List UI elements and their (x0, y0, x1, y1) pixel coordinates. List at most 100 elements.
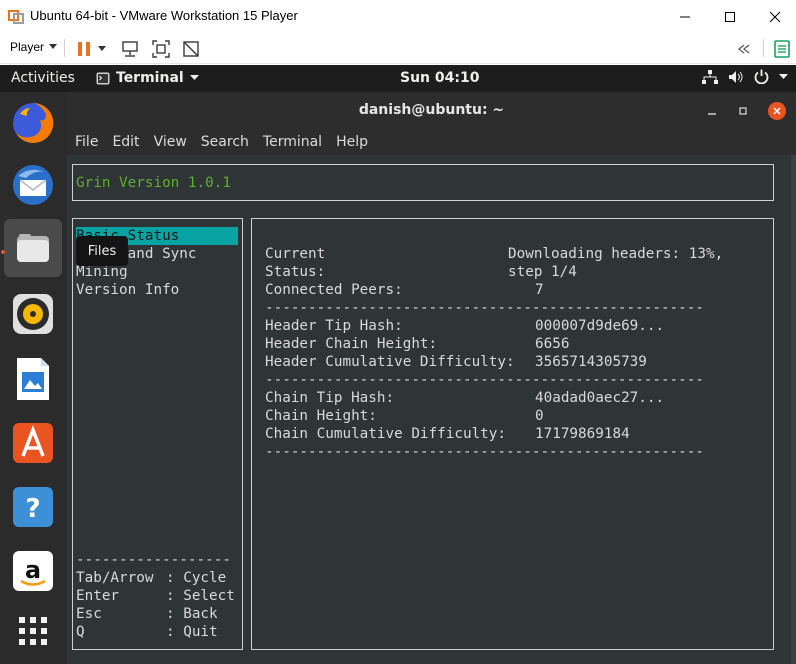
menu-item-version-info[interactable]: Version Info (76, 281, 179, 299)
dock-item-files[interactable] (4, 219, 62, 277)
activities-button[interactable]: Activities (11, 70, 75, 86)
files-icon (17, 234, 49, 262)
volume-icon (729, 70, 743, 83)
system-tray[interactable] (702, 69, 788, 84)
separator-line: ----------------------------------------… (265, 444, 704, 460)
vmware-logo-icon (8, 8, 24, 24)
vmware-toolbar: Player (0, 33, 796, 64)
svg-text:?: ? (25, 494, 40, 524)
unity-mode-icon[interactable] (181, 39, 201, 59)
key-hint-row: Tab/Arrow: Cycle (76, 570, 227, 586)
fullscreen-icon[interactable] (151, 39, 171, 59)
vmware-title-bar: Ubuntu 64-bit - VMware Workstation 15 Pl… (0, 0, 796, 33)
svg-text:a: a (25, 556, 41, 584)
terminal-minimize-button[interactable] (703, 102, 721, 120)
key-action: Quit (183, 624, 218, 640)
pause-icon[interactable] (74, 39, 94, 59)
status-step: step 1/4 (508, 264, 577, 280)
app-menu[interactable]: Terminal (96, 70, 199, 86)
maximize-button[interactable] (707, 0, 753, 33)
dock-tooltip: Files (76, 236, 128, 266)
thunderbird-icon (13, 165, 53, 205)
show-apps-icon (19, 617, 47, 645)
menu-edit[interactable]: Edit (112, 134, 139, 150)
pause-dropdown-icon[interactable] (96, 39, 108, 59)
header-tip-hash-label: Header Tip Hash: (265, 318, 403, 334)
current-status-label: Current (265, 246, 326, 262)
header-chain-height-value: 6656 (535, 336, 570, 352)
clock[interactable]: Sun 04:10 (400, 70, 479, 86)
window-title: Ubuntu 64-bit - VMware Workstation 15 Pl… (30, 8, 298, 23)
collapse-library-icon[interactable] (734, 39, 754, 59)
dock-item-help[interactable]: ? (4, 478, 62, 536)
dock-item-thunderbird[interactable] (4, 156, 62, 214)
dock-item-libreoffice-writer[interactable] (4, 350, 62, 408)
status-panel: Current Downloading headers: 13%, Status… (251, 218, 774, 650)
terminal-maximize-button[interactable] (734, 102, 752, 120)
key-hint-row: Q: Quit (76, 624, 218, 640)
firefox-icon (13, 102, 54, 143)
minimize-button[interactable] (662, 0, 708, 33)
player-menu-label: Player (10, 40, 45, 54)
libreoffice-writer-icon (17, 358, 49, 400)
key-hint-row: Esc: Back (76, 606, 218, 622)
chevron-down-icon (779, 73, 788, 79)
gnome-top-bar: Activities Terminal Sun 04:10 (0, 65, 796, 92)
header-tip-hash-value: 000007d9de69... (535, 318, 665, 334)
close-button[interactable] (752, 0, 796, 33)
chevron-down-icon (49, 44, 58, 49)
toolbar-divider-right (763, 39, 764, 57)
header-cumulative-difficulty-value: 3565714305739 (535, 354, 647, 370)
menu-help[interactable]: Help (336, 134, 368, 150)
dock-item-ubuntu-software[interactable] (4, 414, 62, 472)
terminal-scrollbar[interactable] (791, 155, 796, 664)
send-ctrl-alt-del-icon[interactable] (120, 39, 140, 59)
library-icon[interactable] (772, 39, 792, 59)
separator-line: ----------------------------------------… (265, 372, 704, 388)
key-name: Esc (76, 606, 102, 622)
menu-separator: ------------------ (76, 552, 231, 568)
version-panel: Grin Version 1.0.1 (72, 164, 774, 201)
help-icon: ? (13, 487, 53, 527)
separator-line: ----------------------------------------… (265, 300, 704, 316)
connected-peers-value: 7 (535, 282, 544, 298)
dock-item-amazon[interactable]: a (4, 542, 62, 600)
key-action: Back (183, 606, 218, 622)
key-name: Q (76, 624, 85, 640)
running-indicator (1, 250, 5, 254)
version-label: Grin Version 1.0.1 (76, 175, 231, 191)
menu-view[interactable]: View (154, 134, 187, 150)
header-cumulative-difficulty-label: Header Cumulative Difficulty: (265, 354, 515, 370)
dock-item-show-applications[interactable] (4, 602, 62, 660)
connected-peers-label: Connected Peers: (265, 282, 403, 298)
menu-terminal[interactable]: Terminal (263, 134, 322, 150)
header-chain-height-label: Header Chain Height: (265, 336, 438, 352)
chain-height-value: 0 (535, 408, 544, 424)
power-icon (754, 69, 769, 84)
key-action: Cycle (183, 570, 227, 586)
app-menu-label: Terminal (116, 70, 184, 86)
dock-item-firefox[interactable] (4, 94, 62, 152)
amazon-icon: a (13, 551, 53, 591)
rhythmbox-icon (13, 294, 53, 334)
chain-cumulative-difficulty-label: Chain Cumulative Difficulty: (265, 426, 507, 442)
chevron-down-icon (189, 75, 199, 80)
menu-search[interactable]: Search (201, 134, 249, 150)
terminal-window: danish@ubuntu: ~ File Edit View Search T… (67, 92, 796, 664)
key-name: Enter (76, 588, 120, 604)
status-value: Downloading headers: 13%, (508, 246, 724, 262)
terminal-close-button[interactable] (768, 102, 786, 120)
ubuntu-software-icon (13, 423, 53, 463)
menu-file[interactable]: File (75, 134, 98, 150)
chain-cumulative-difficulty-value: 17179869184 (535, 426, 630, 442)
dock-item-rhythmbox[interactable] (4, 285, 62, 343)
terminal-icon (96, 72, 110, 84)
key-action: Select (183, 588, 235, 604)
dock: ? a (0, 92, 67, 664)
player-menu[interactable]: Player (10, 40, 58, 54)
tui-menu-panel: Basic Status Peers and Sync Mining Versi… (72, 218, 243, 650)
terminal-menubar: File Edit View Search Terminal Help (67, 129, 796, 155)
chain-tip-hash-label: Chain Tip Hash: (265, 390, 395, 406)
status-label: Status: (265, 264, 326, 280)
terminal-body[interactable]: Grin Version 1.0.1 Basic Status Peers an… (67, 155, 796, 664)
